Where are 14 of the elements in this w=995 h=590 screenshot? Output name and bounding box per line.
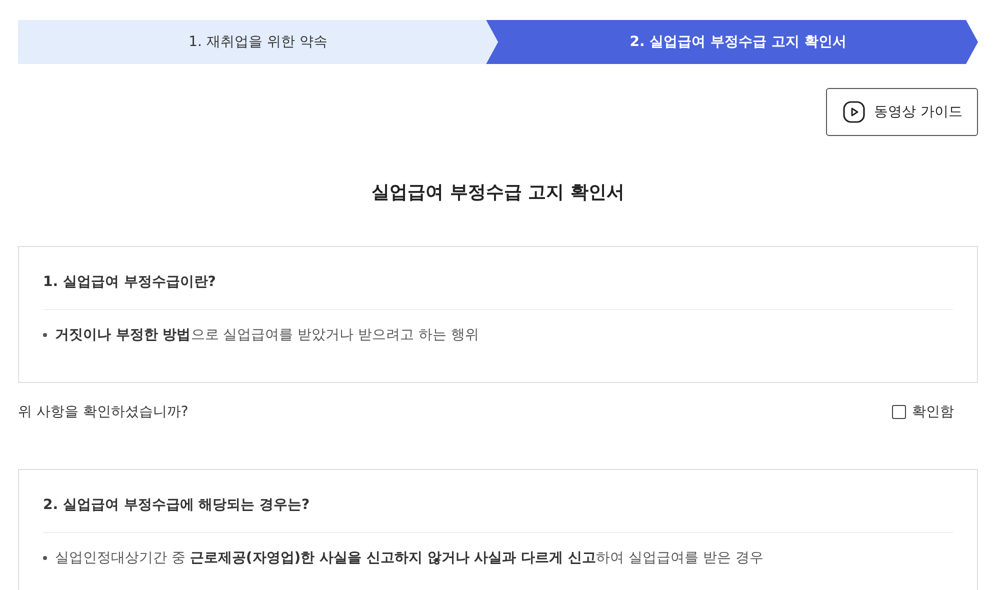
section-heading: 1. 실업급여 부정수급이란? [43,273,217,291]
bullet-text: 실업인정대상기간 중 근로제공(자영업)한 사실을 신고하지 않거나 사실과 다르게 신고하여 실업급여를 받은 경우 [55,549,764,567]
video-guide-button[interactable]: 동영상 가이드 [826,88,978,136]
step-tab[interactable]: 1. 재취업을 위한 약속 [18,20,498,64]
section-heading: 2. 실업급여 부정수급에 해당되는 경우는? [43,496,311,514]
page-title: 실업급여 부정수급 고지 확인서 [370,181,626,204]
checkbox-label[interactable]: 확인함 [912,403,954,421]
checkbox[interactable] [892,405,906,419]
confirm-question: 위 사항을 확인하셨습니까? [18,403,188,421]
step-tab[interactable]: 2. 실업급여 부정수급 고지 확인서 [486,20,978,64]
bullet-text: 거짓이나 부정한 방법으로 실업급여를 받았거나 받으려고 하는 행위 [55,326,480,344]
play-icon [843,101,865,123]
bullet-dot [43,333,47,337]
bullet-dot [43,556,47,560]
